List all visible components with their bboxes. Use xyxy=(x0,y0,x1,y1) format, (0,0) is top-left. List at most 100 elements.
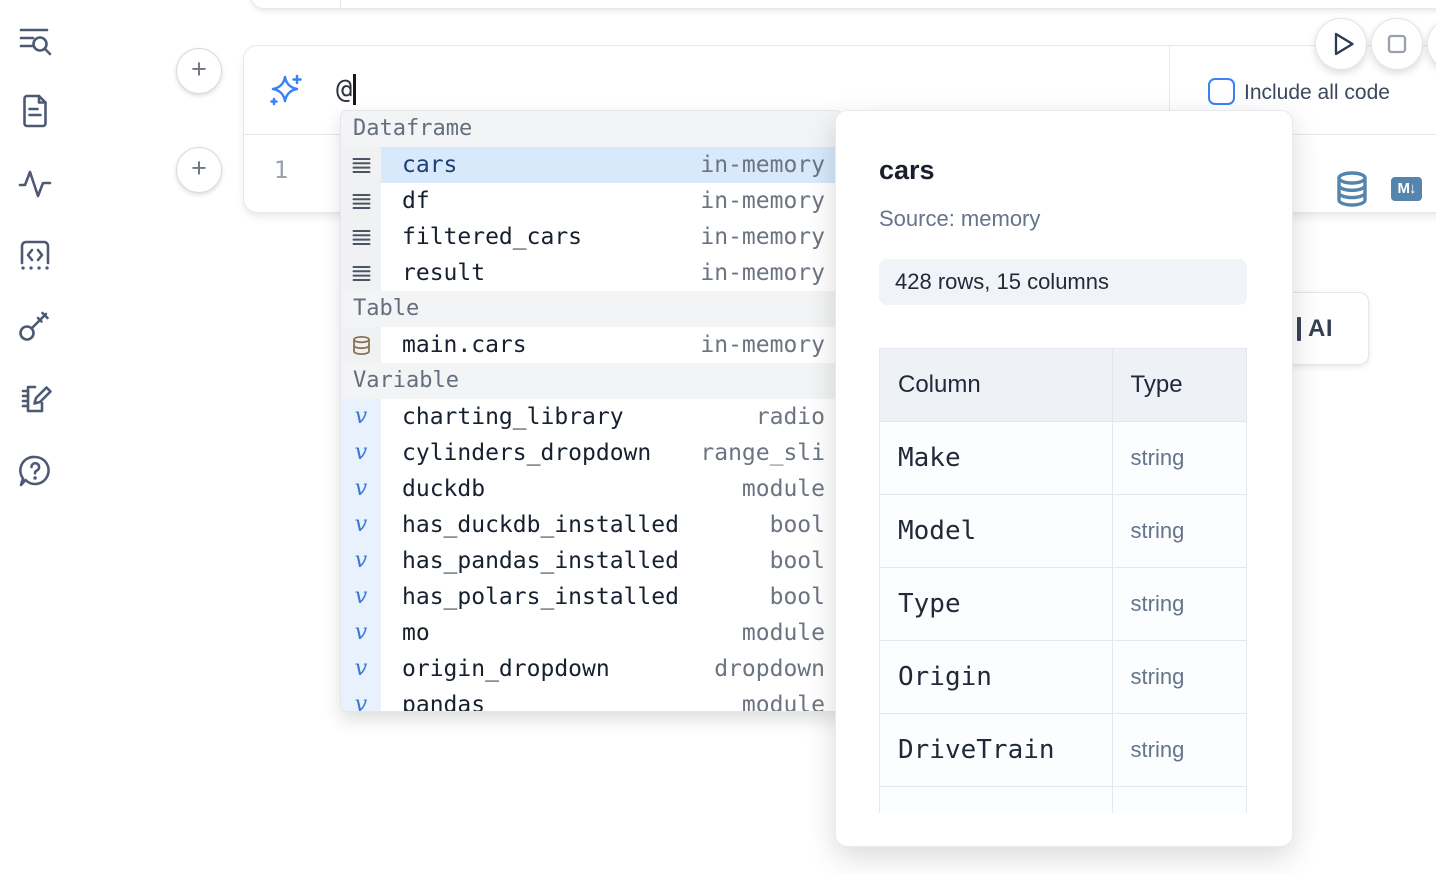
item-name: cylinders_dropdown xyxy=(402,440,651,466)
column-name: Model xyxy=(880,495,1113,568)
autocomplete-item-main.cars[interactable]: main.cars in-memory xyxy=(341,327,841,363)
autocomplete-section-header: Table xyxy=(341,291,841,327)
item-name: has_polars_installed xyxy=(402,584,679,610)
markdown-convert-icon[interactable]: M↓ xyxy=(1391,177,1422,201)
add-cell-below-button[interactable]: + xyxy=(176,147,222,193)
item-meta: range_sli xyxy=(700,440,825,466)
include-all-code-checkbox[interactable] xyxy=(1208,78,1235,105)
item-meta: module xyxy=(742,620,825,646)
autocomplete-item-has_pandas_installed[interactable]: v has_pandas_installed bool xyxy=(341,543,841,579)
dataframe-icon xyxy=(341,255,381,291)
text-cursor xyxy=(353,74,356,105)
run-cell-button[interactable] xyxy=(1315,18,1367,70)
schema-row: Originstring xyxy=(880,641,1247,714)
variable-icon: v xyxy=(341,435,381,471)
sidebar xyxy=(0,0,72,874)
autocomplete-item-cylinders_dropdown[interactable]: v cylinders_dropdown range_sli xyxy=(341,435,841,471)
variable-icon: v xyxy=(341,687,381,712)
variable-icon: v xyxy=(341,615,381,651)
file-text-icon[interactable] xyxy=(16,92,54,130)
notebook-edit-icon[interactable] xyxy=(16,379,54,417)
activity-icon[interactable] xyxy=(16,164,54,202)
item-name: has_duckdb_installed xyxy=(402,512,679,538)
variable-icon: v xyxy=(341,651,381,687)
key-icon[interactable] xyxy=(16,307,54,345)
item-name: pandas xyxy=(402,692,485,712)
item-name: filtered_cars xyxy=(402,224,582,250)
item-meta: in-memory xyxy=(700,224,825,250)
autocomplete-dropdown: Dataframecarsin-memorydfin-memoryfiltere… xyxy=(340,110,842,712)
dataframe-preview-panel: cars Source: memory 428 rows, 15 columns… xyxy=(835,110,1293,847)
preview-title: cars xyxy=(879,155,935,186)
ai-prompt-input[interactable]: @ xyxy=(336,74,356,105)
item-name: has_pandas_installed xyxy=(402,548,679,574)
autocomplete-section-header: Variable xyxy=(341,363,841,399)
autocomplete-item-cars[interactable]: cars in-memory xyxy=(341,147,841,183)
item-meta: bool xyxy=(770,512,825,538)
column-name: Origin xyxy=(880,641,1113,714)
prompt-value: @ xyxy=(336,74,352,105)
variable-icon: v xyxy=(341,471,381,507)
column-name: Make xyxy=(880,422,1113,495)
item-name: duckdb xyxy=(402,476,485,502)
autocomplete-item-origin_dropdown[interactable]: vorigin_dropdowndropdown xyxy=(341,651,841,687)
variable-icon: v xyxy=(341,579,381,615)
schema-header-column: Column xyxy=(880,349,1113,422)
schema-header-type: Type xyxy=(1112,349,1246,422)
item-name: cars xyxy=(402,152,457,178)
previous-cell-edge xyxy=(250,0,1436,9)
clipped-letter xyxy=(1297,317,1301,341)
dataframe-icon xyxy=(341,219,381,255)
item-name: charting_library xyxy=(402,404,624,430)
autocomplete-item-filtered_cars[interactable]: filtered_cars in-memory xyxy=(341,219,841,255)
help-bubble-icon[interactable] xyxy=(16,452,54,490)
item-name: result xyxy=(402,260,485,286)
ai-sparkle-icon xyxy=(266,72,304,110)
autocomplete-section-header: Dataframe xyxy=(341,111,841,147)
variable-icon: v xyxy=(341,507,381,543)
line-number: 1 xyxy=(264,156,298,184)
schema-table-wrap: ColumnTypeMakestringModelstringTypestrin… xyxy=(879,348,1248,813)
autocomplete-item-df[interactable]: dfin-memory xyxy=(341,183,841,219)
variable-icon: v xyxy=(341,543,381,579)
autocomplete-item-mo[interactable]: vmo module xyxy=(341,615,841,651)
dataframe-icon xyxy=(341,183,381,219)
list-search-icon[interactable] xyxy=(16,22,54,60)
preview-source: Source: memory xyxy=(879,206,1040,232)
schema-row: Makestring xyxy=(880,422,1247,495)
autocomplete-item-duckdb[interactable]: vduckdb module xyxy=(341,471,841,507)
item-meta: radio xyxy=(756,404,825,430)
item-name: mo xyxy=(402,620,430,646)
dataframe-icon xyxy=(341,147,381,183)
item-meta: bool xyxy=(770,548,825,574)
column-type: string xyxy=(1112,568,1246,641)
item-name: main.cars xyxy=(402,332,527,358)
stop-button[interactable] xyxy=(1371,18,1423,70)
item-meta: module xyxy=(742,476,825,502)
autocomplete-item-result[interactable]: resultin-memory xyxy=(341,255,841,291)
autocomplete-item-has_polars_installed[interactable]: vhas_polars_installedbool xyxy=(341,579,841,615)
add-cell-above-button[interactable]: + xyxy=(176,48,222,94)
include-all-code-label: Include all code xyxy=(1244,81,1390,105)
column-type: string xyxy=(1112,641,1246,714)
stop-icon xyxy=(1372,19,1422,69)
schema-row: Typestring xyxy=(880,568,1247,641)
code-block-icon[interactable] xyxy=(16,236,54,274)
database-icon[interactable] xyxy=(1335,171,1369,207)
autocomplete-item-charting_library[interactable]: vcharting_libraryradio xyxy=(341,399,841,435)
schema-row: DriveTrainstring xyxy=(880,714,1247,787)
item-name: origin_dropdown xyxy=(402,656,610,682)
table-icon xyxy=(341,327,381,363)
schema-row-clipped xyxy=(880,787,1247,814)
item-meta: in-memory xyxy=(700,188,825,214)
item-meta: in-memory xyxy=(700,152,825,178)
autocomplete-item-has_duckdb_installed[interactable]: v has_duckdb_installed bool xyxy=(341,507,841,543)
column-type: string xyxy=(1112,495,1246,568)
autocomplete-item-pandas[interactable]: vpandasmodule xyxy=(341,687,841,712)
ai-button-label: AI xyxy=(1308,315,1333,343)
schema-table: ColumnTypeMakestringModelstringTypestrin… xyxy=(879,348,1247,813)
column-type: string xyxy=(1112,422,1246,495)
preview-shape-badge: 428 rows, 15 columns xyxy=(879,259,1247,305)
play-icon xyxy=(1316,19,1366,69)
item-meta: in-memory xyxy=(700,332,825,358)
